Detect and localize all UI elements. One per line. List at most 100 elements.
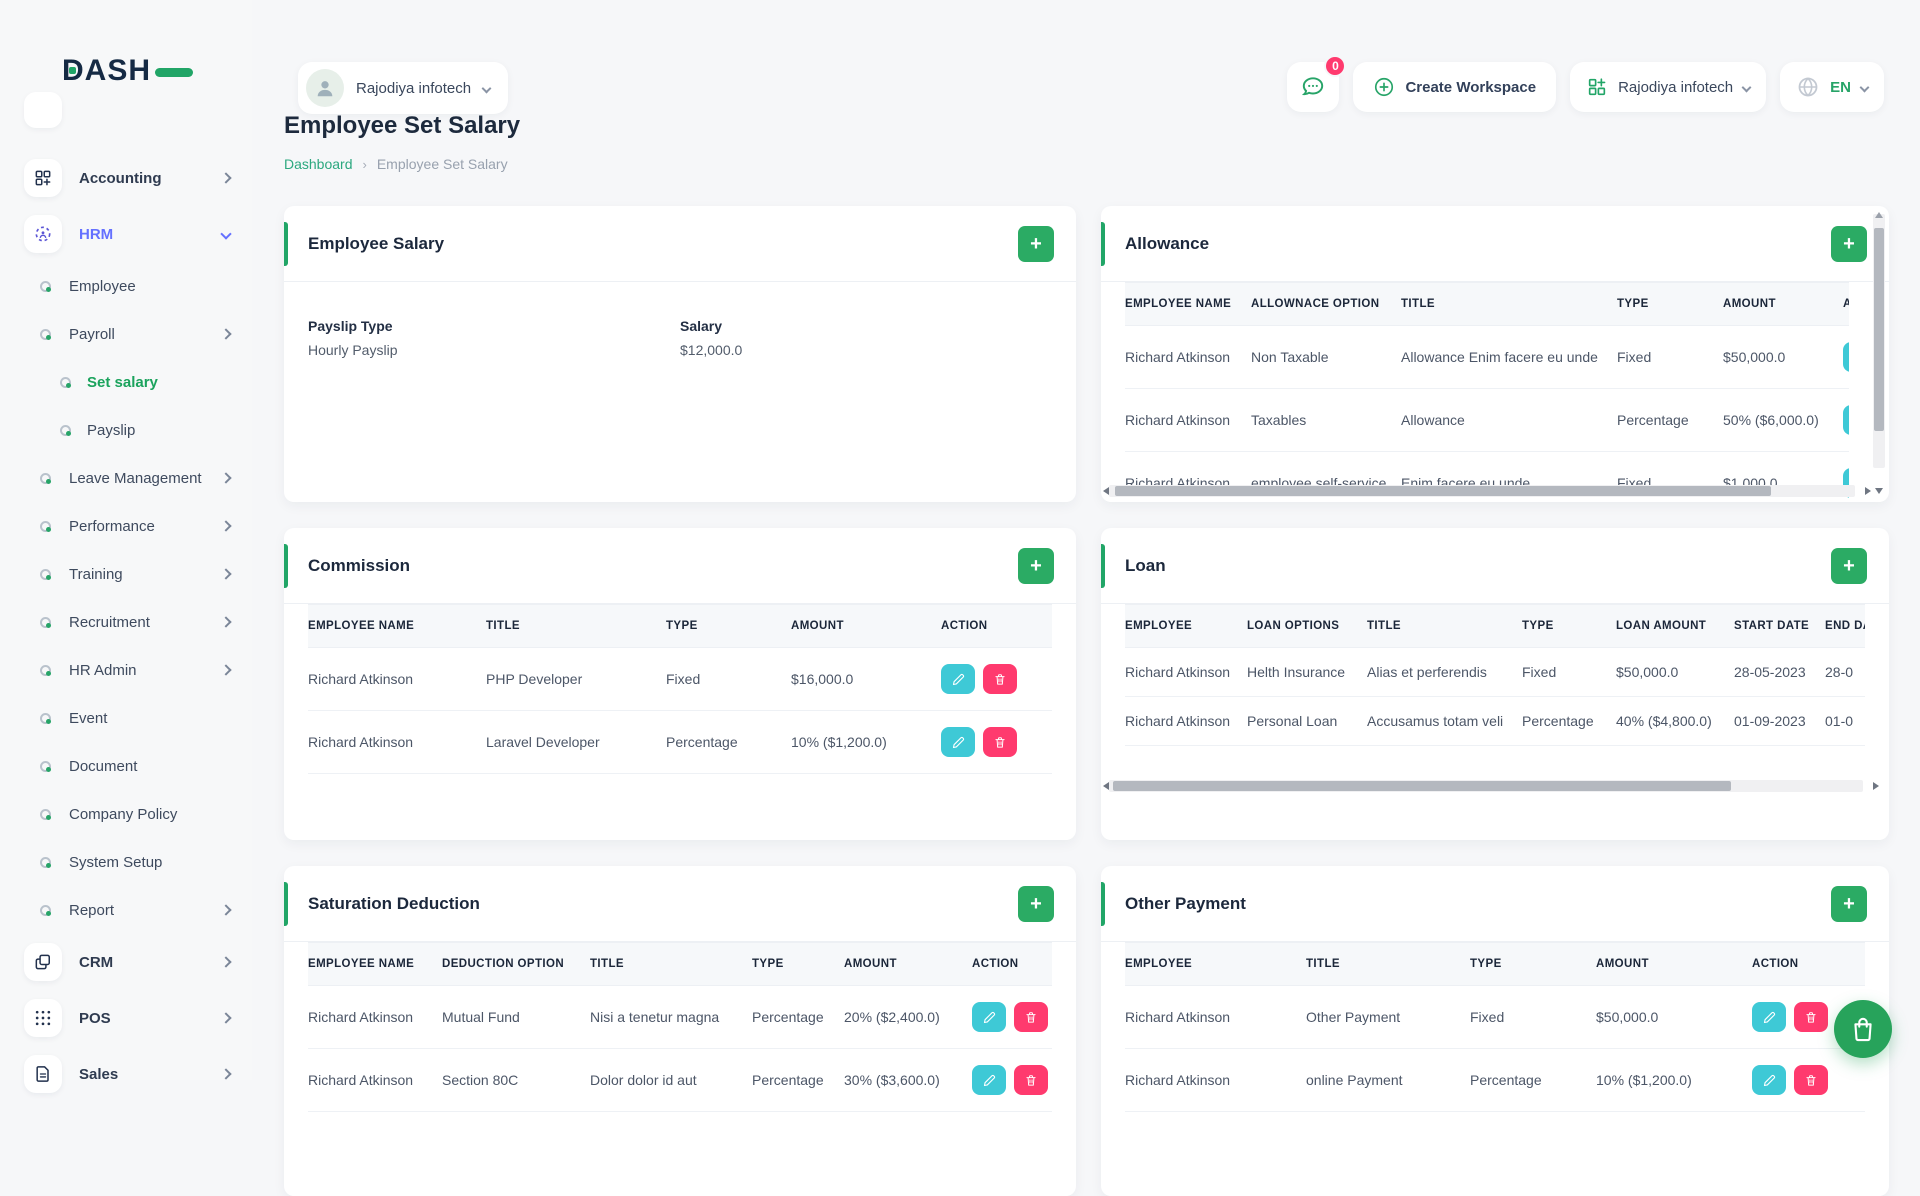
app-logo[interactable]: DASH <box>62 54 193 88</box>
chevron-down-icon <box>1742 82 1752 92</box>
messages-button[interactable]: 0 <box>1287 62 1339 112</box>
edit-button[interactable] <box>972 1065 1006 1095</box>
horizontal-scrollbar-thumb[interactable] <box>1113 781 1731 791</box>
horizontal-scrollbar <box>1109 485 1855 497</box>
sidebar-item-leave-management[interactable]: Leave Management <box>0 454 252 502</box>
cart-floating-button[interactable] <box>1834 1000 1892 1058</box>
sales-icon <box>24 1055 62 1093</box>
add-loan-button[interactable]: + <box>1831 548 1867 584</box>
create-workspace-button[interactable]: Create Workspace <box>1353 62 1556 112</box>
edit-button[interactable] <box>1843 405 1849 435</box>
sidebar-item-document[interactable]: Document <box>0 742 252 790</box>
sidebar-item-employee[interactable]: Employee <box>0 262 252 310</box>
sidebar-menu: Accounting HRM EmployeePayrollSet salary Pa… <box>0 150 252 1102</box>
sidebar-item-payroll[interactable]: Payroll <box>0 310 252 358</box>
sidebar-partial-item-tile <box>24 92 62 128</box>
scroll-left-arrow[interactable] <box>1103 487 1109 495</box>
sidebar-item-label: HRM <box>79 226 222 243</box>
sidebar-item-recruitment[interactable]: Recruitment <box>0 598 252 646</box>
delete-button[interactable] <box>1794 1065 1828 1095</box>
breadcrumb-dashboard-link[interactable]: Dashboard <box>284 156 353 172</box>
language-selector[interactable]: EN <box>1780 62 1884 112</box>
bullet-icon <box>40 713 51 724</box>
delete-button[interactable] <box>983 664 1017 694</box>
chevron-right-icon <box>220 172 231 183</box>
edit-button[interactable] <box>1752 1065 1786 1095</box>
edit-button[interactable] <box>1843 342 1849 372</box>
table-row: Richard AtkinsonLaravel DeveloperPercent… <box>308 711 1052 774</box>
column-header: END DATE <box>1825 605 1865 648</box>
sidebar-item-performance[interactable]: Performance <box>0 502 252 550</box>
scroll-up-arrow[interactable] <box>1875 212 1883 218</box>
column-header: EMPLOYEE NAME <box>308 943 442 986</box>
pencil-icon <box>982 1073 997 1088</box>
saturation-deduction-card: Saturation Deduction + EMPLOYEE NAMEDEDU… <box>284 866 1076 1196</box>
page-title: Employee Set Salary <box>284 112 520 140</box>
edit-button[interactable] <box>941 727 975 757</box>
table-cell: online Payment <box>1306 1049 1470 1112</box>
workspace-selector[interactable]: Rajodiya infotech <box>298 62 508 114</box>
sidebar-item-payslip[interactable]: Payslip <box>0 406 252 454</box>
table-cell: $50,000.0 <box>1616 648 1734 697</box>
column-header: AMOUNT <box>1596 943 1752 986</box>
table-cell: Percentage <box>752 986 844 1049</box>
sidebar-item-label: Event <box>69 710 230 727</box>
scroll-right-arrow[interactable] <box>1873 782 1879 790</box>
column-header: TITLE <box>486 605 666 648</box>
commission-card: Commission + EMPLOYEE NAMETITLETYPEAMOUN… <box>284 528 1076 840</box>
sidebar-item-label: Payslip <box>87 422 230 439</box>
edit-button[interactable] <box>941 664 975 694</box>
column-header: DEDUCTION OPTION <box>442 943 590 986</box>
column-header: TITLE <box>1367 605 1522 648</box>
field-value: Hourly Payslip <box>308 342 680 358</box>
sidebar-item-system-setup[interactable]: System Setup <box>0 838 252 886</box>
column-header: TYPE <box>1617 283 1723 326</box>
add-allowance-button[interactable]: + <box>1831 226 1867 262</box>
bullet-icon <box>40 281 51 292</box>
sidebar-item-set-salary[interactable]: Set salary <box>0 358 252 406</box>
card-title: Commission <box>308 556 410 576</box>
table-cell: Mutual Fund <box>442 986 590 1049</box>
sidebar-item-training[interactable]: Training <box>0 550 252 598</box>
sidebar-item-pos[interactable]: POS <box>0 990 252 1046</box>
table-cell: Richard Atkinson <box>308 1049 442 1112</box>
allowance-card: Allowance + EMPLOYEE NAMEALLOWNACE OPTIO… <box>1101 206 1889 502</box>
delete-button[interactable] <box>1794 1002 1828 1032</box>
column-header: TYPE <box>752 943 844 986</box>
sidebar-item-accounting[interactable]: Accounting <box>0 150 252 206</box>
sidebar-item-crm[interactable]: CRM <box>0 934 252 990</box>
delete-button[interactable] <box>1014 1002 1048 1032</box>
vertical-scrollbar-thumb[interactable] <box>1874 228 1884 431</box>
column-header: ACTION <box>1843 283 1849 326</box>
trash-icon <box>993 735 1007 750</box>
edit-button[interactable] <box>1752 1002 1786 1032</box>
delete-button[interactable] <box>983 727 1017 757</box>
table-cell: Dolor dolor id aut <box>590 1049 752 1112</box>
table-cell: 20% ($2,400.0) <box>844 986 972 1049</box>
loan-table: EMPLOYEELOAN OPTIONSTITLETYPELOAN AMOUNT… <box>1125 604 1865 746</box>
sidebar-item-company-policy[interactable]: Company Policy <box>0 790 252 838</box>
chevron-right-icon <box>220 956 231 967</box>
add-salary-button[interactable]: + <box>1018 226 1054 262</box>
delete-button[interactable] <box>1014 1065 1048 1095</box>
company-selector[interactable]: Rajodiya infotech <box>1570 62 1766 112</box>
field-label: Salary <box>680 318 1052 334</box>
sidebar-item-sales[interactable]: Sales <box>0 1046 252 1102</box>
pencil-icon <box>1762 1073 1777 1088</box>
add-deduction-button[interactable]: + <box>1018 886 1054 922</box>
trash-icon <box>1024 1073 1038 1088</box>
sidebar-item-report[interactable]: Report <box>0 886 252 934</box>
table-cell: $50,000.0 <box>1596 986 1752 1049</box>
scroll-right-arrow[interactable] <box>1865 487 1871 495</box>
add-commission-button[interactable]: + <box>1018 548 1054 584</box>
sidebar-item-hrm[interactable]: HRM <box>0 206 252 262</box>
add-other-payment-button[interactable]: + <box>1831 886 1867 922</box>
sidebar-item-hr-admin[interactable]: HR Admin <box>0 646 252 694</box>
chevron-right-icon <box>220 904 231 915</box>
sidebar-item-event[interactable]: Event <box>0 694 252 742</box>
edit-button[interactable] <box>972 1002 1006 1032</box>
table-cell: Richard Atkinson <box>1125 389 1251 452</box>
scroll-left-arrow[interactable] <box>1103 782 1109 790</box>
scroll-down-arrow[interactable] <box>1875 488 1883 494</box>
horizontal-scrollbar-thumb[interactable] <box>1115 486 1771 496</box>
